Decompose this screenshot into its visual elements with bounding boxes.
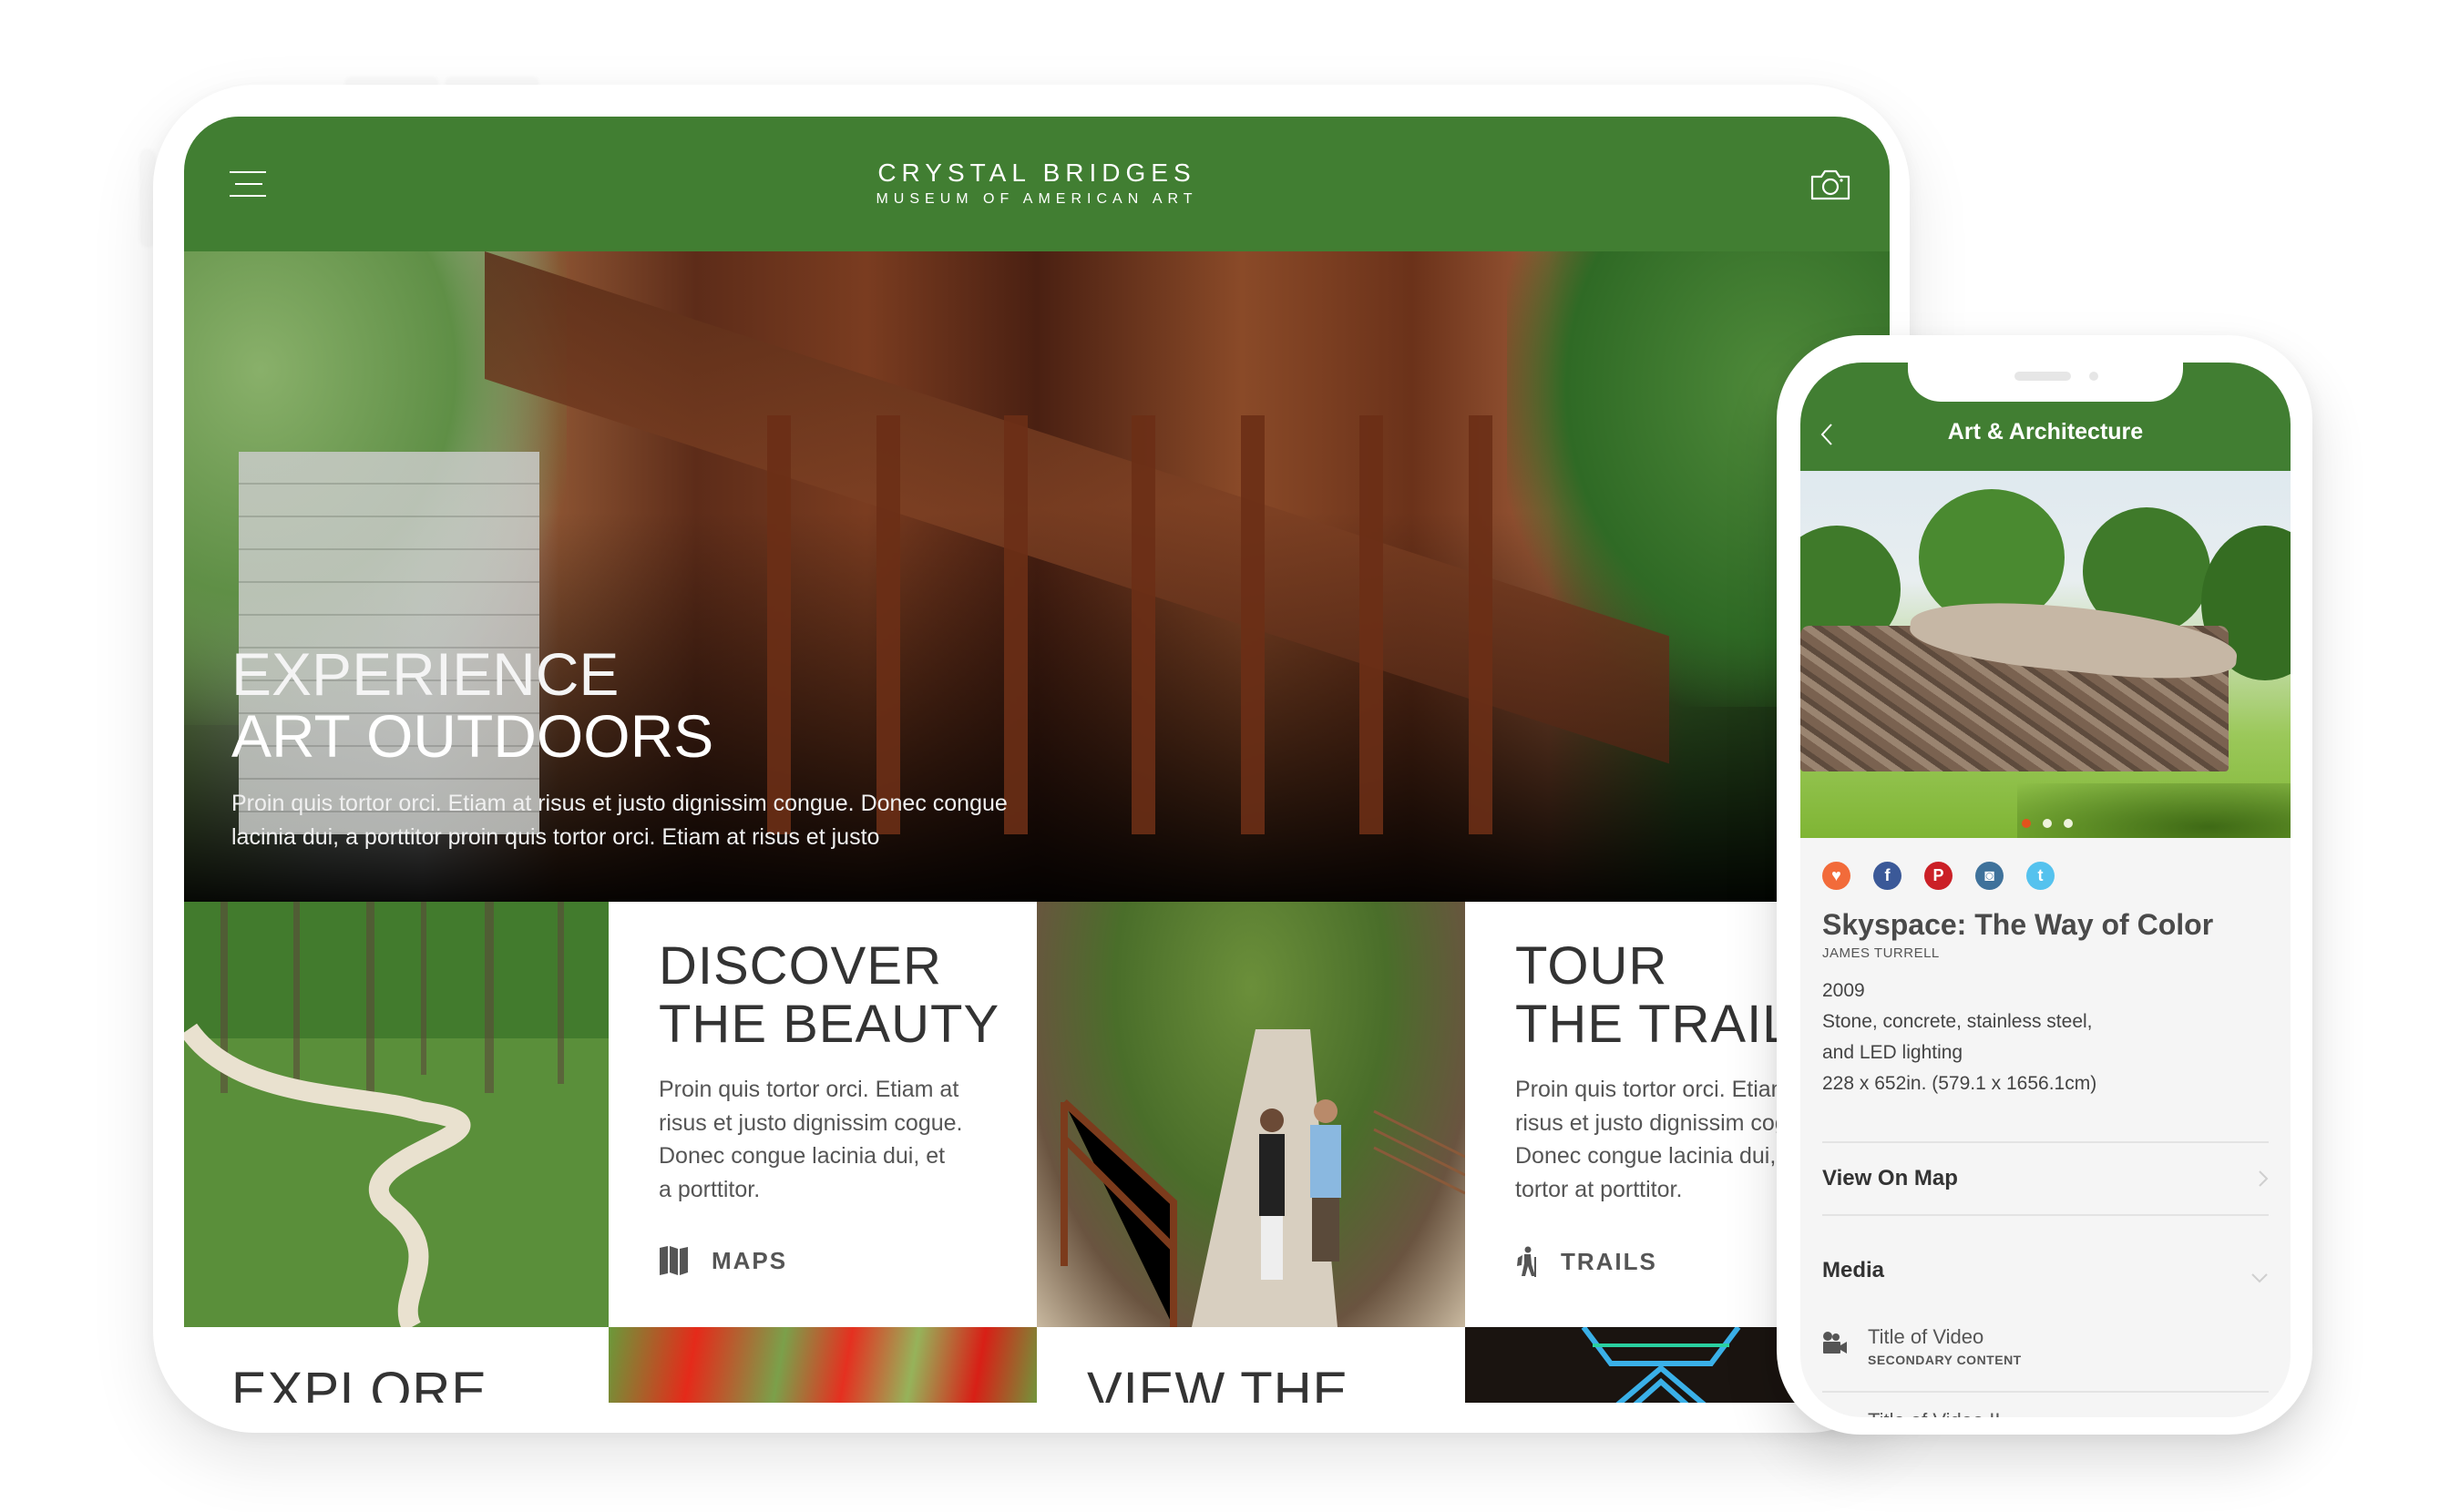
artwork-medium: and LED lighting <box>1822 1042 1963 1063</box>
tile-description-line: a porttitor. <box>659 1176 761 1202</box>
tile-title-line2: THE BEAUTY <box>659 995 1000 1054</box>
artwork-image-carousel[interactable] <box>1800 471 2291 838</box>
phone-front-camera <box>2089 372 2098 381</box>
maps-link-label: MAPS <box>712 1246 788 1274</box>
media-list-item[interactable]: Title of Video SECONDARY CONTENT <box>1822 1296 2269 1391</box>
view-on-map-label: View On Map <box>1822 1166 1958 1190</box>
carousel-dot[interactable] <box>2021 819 2031 828</box>
hero-image-column <box>1359 415 1383 834</box>
carousel-dot[interactable] <box>2042 819 2052 828</box>
hamburger-menu-icon[interactable] <box>230 171 268 197</box>
tile-discover-content: DISCOVER THE BEAUTY Proin quis tortor or… <box>659 938 999 1206</box>
social-share-row: ♥ f P ◙ t <box>1822 862 2269 890</box>
instagram-icon[interactable]: ◙ <box>1975 862 2004 890</box>
tile-description: Proin quis tortor orci. Etiam at risus e… <box>1515 1073 1819 1206</box>
tile-image-bridge[interactable] <box>1037 902 1465 1327</box>
tile-title-line2: THE TRAIL <box>1515 995 1793 1054</box>
trails-link-label: TRAILS <box>1561 1247 1657 1275</box>
video-camera-icon <box>1823 1332 1847 1354</box>
artwork-artist[interactable]: JAMES TURRELL <box>1822 945 2269 963</box>
tile-description-line: Donec congue lacinia dui, et <box>659 1143 946 1169</box>
view-on-map-row[interactable]: View On Map <box>1822 1143 2269 1214</box>
brand-logo[interactable]: CRYSTAL BRIDGES MUSEUM OF AMERICAN ART <box>876 158 1197 209</box>
phone-app-header: Art & Architecture <box>1800 363 2291 471</box>
facebook-icon[interactable]: f <box>1873 862 1901 890</box>
carousel-dot[interactable] <box>2063 819 2073 828</box>
device-mockup-stage: CRYSTAL BRIDGES MUSEUM OF AMERICAN ART E… <box>0 0 2460 1512</box>
media-section-header[interactable]: Media <box>1822 1216 2269 1296</box>
tile-explore[interactable]: EXPLORE <box>184 1327 609 1403</box>
media-item-title: Title of Video <box>1868 1325 1984 1348</box>
image-shadow <box>2017 783 2291 838</box>
bridge-walkers-illustration <box>1061 1029 1465 1327</box>
tile-description: Proin quis tortor orci. Etiam at risus e… <box>659 1073 999 1206</box>
tile-description-line: Proin quis tortor orci. Etiam at <box>1515 1077 1816 1102</box>
tile-title-line1: EXPLORE <box>231 1362 487 1404</box>
tile-tour-content: TOUR THE TRAIL Proin quis tortor orci. E… <box>1515 938 1819 1206</box>
maps-link[interactable]: MAPS <box>659 1246 787 1275</box>
brand-name: CRYSTAL BRIDGES <box>877 158 1196 187</box>
media-item-title: Title of Video II <box>1868 1409 2001 1417</box>
tile-view[interactable]: VIEW THE <box>1037 1327 1465 1403</box>
pinterest-icon[interactable]: P <box>1924 862 1953 890</box>
hero-image-column <box>1132 415 1155 834</box>
media-item-text: Title of Video SECONDARY CONTENT <box>1868 1325 2022 1367</box>
chevron-down-icon <box>2251 1273 2268 1283</box>
phone-page-title: Art & Architecture <box>1947 419 2144 444</box>
tablet-app-header: CRYSTAL BRIDGES MUSEUM OF AMERICAN ART <box>184 117 1890 251</box>
artwork-details: ♥ f P ◙ t Skyspace: The Way of Color JAMES T… <box>1800 838 2291 1417</box>
tile-title-line1: DISCOVER <box>659 936 942 996</box>
tablet-side-button <box>141 150 154 246</box>
tile-description-line: risus et justo dignissim cogue. <box>659 1109 963 1136</box>
hero-description: Proin quis tortor orci. Etiam at risus e… <box>231 791 1008 850</box>
hero-banner[interactable]: EXPERIENCE ART OUTDOORS Proin quis torto… <box>184 251 1890 902</box>
lawn-path-illustration <box>184 902 609 1327</box>
hero-title-line2: ART OUTDOORS <box>231 702 714 770</box>
phone-screen: Art & Architecture ♥ f P ◙ t Skyspace: The W… <box>1800 363 2291 1417</box>
brand-tagline: MUSEUM OF AMERICAN ART <box>876 191 1198 207</box>
tile-description-line: Donec congue lacinia dui, et <box>1515 1143 1802 1169</box>
media-item-text: Title of Video II <box>1868 1409 2001 1417</box>
map-icon <box>660 1246 688 1275</box>
tile-description-line: risus et justo dignissim cogue. <box>1515 1109 1819 1136</box>
hiker-icon <box>1517 1246 1536 1277</box>
artwork-year: 2009 <box>1822 980 1865 1001</box>
tile-discover[interactable]: DISCOVER THE BEAUTY Proin quis tortor or… <box>609 902 1037 1327</box>
artwork-meta: 2009 Stone, concrete, stainless steel, a… <box>1822 976 2269 1099</box>
media-list-item[interactable]: Title of Video II <box>1822 1393 2269 1417</box>
artwork-dimensions: 228 x 652in. (579.1 x 1656.1cm) <box>1822 1073 2097 1094</box>
feature-tiles: DISCOVER THE BEAUTY Proin quis tortor or… <box>184 902 1890 1403</box>
camera-icon[interactable] <box>1809 169 1851 201</box>
artwork-medium: Stone, concrete, stainless steel, <box>1822 1011 2093 1032</box>
tile-image-flower[interactable] <box>609 1327 1037 1403</box>
media-item-subtitle: SECONDARY CONTENT <box>1868 1353 2022 1367</box>
tile-image-lawn[interactable] <box>184 902 609 1327</box>
phone-speaker <box>2014 372 2071 381</box>
artwork-title: Skyspace: The Way of Color <box>1822 908 2214 941</box>
hero-text: EXPERIENCE ART OUTDOORS Proin quis torto… <box>231 643 1070 854</box>
tile-description-line: tortor at porttitor. <box>1515 1176 1683 1202</box>
tile-title-line1: VIEW THE <box>1087 1362 1349 1404</box>
tablet-screen: CRYSTAL BRIDGES MUSEUM OF AMERICAN ART E… <box>184 117 1890 1403</box>
phone-notch <box>1908 363 2183 402</box>
tile-title-line1: TOUR <box>1515 936 1668 996</box>
trails-link[interactable]: TRAILS <box>1515 1246 1657 1277</box>
media-label: Media <box>1822 1258 1885 1282</box>
video-camera-icon <box>1824 1415 1831 1417</box>
hero-image-column <box>1241 415 1265 834</box>
twitter-icon[interactable]: t <box>2026 862 2055 890</box>
heart-icon[interactable]: ♥ <box>1822 862 1850 890</box>
hero-image-column <box>1469 415 1492 834</box>
carousel-dots <box>1800 819 2291 828</box>
chevron-right-icon <box>2259 1170 2269 1187</box>
hero-title-line1: EXPERIENCE <box>231 640 620 708</box>
tile-description-line: Proin quis tortor orci. Etiam at <box>659 1077 959 1102</box>
